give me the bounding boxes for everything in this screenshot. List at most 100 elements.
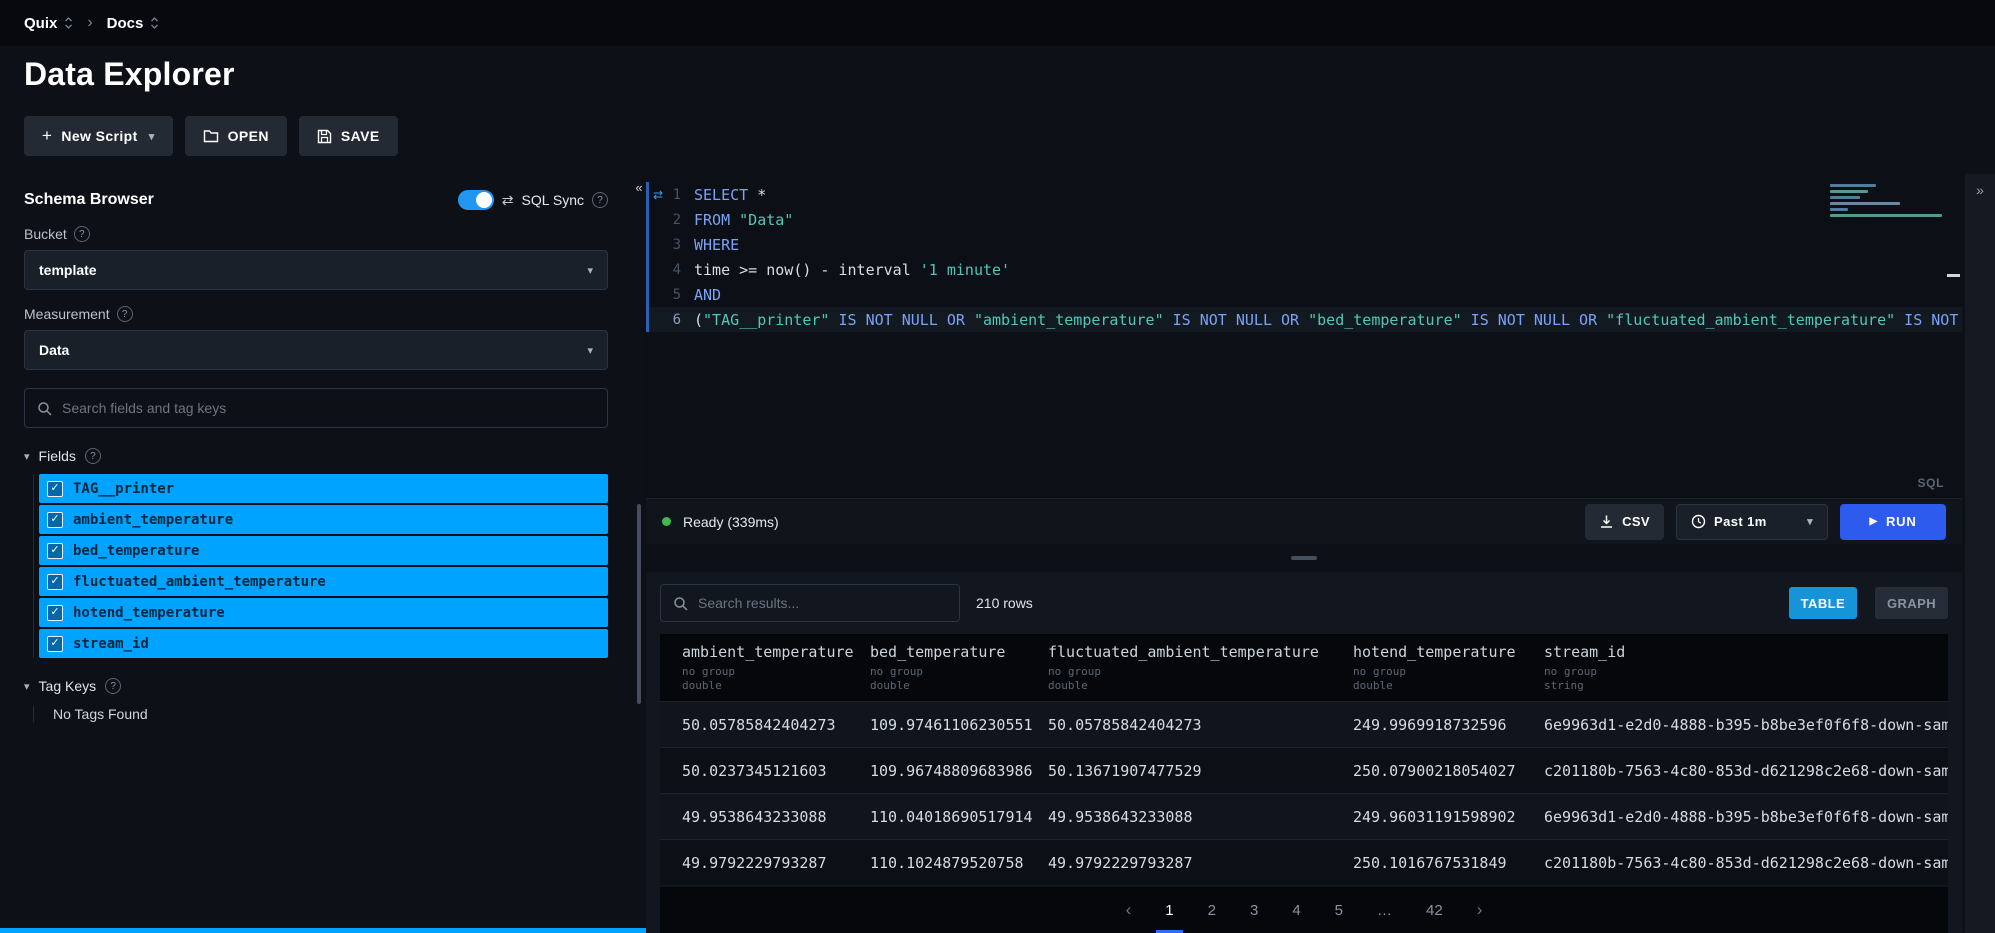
schema-search-input[interactable] — [62, 400, 595, 416]
table-row[interactable]: 49.9538643233088110.0401869051791449.953… — [660, 793, 1948, 839]
script-toolbar: + New Script ▾ OPEN SAVE — [0, 102, 1995, 174]
table-cell: 50.13671907477529 — [1048, 762, 1353, 780]
line-number-gutter: 2 — [646, 212, 694, 228]
sql-sync-label: SQL Sync — [521, 192, 584, 208]
code-line[interactable]: 2FROM "Data" — [646, 207, 1962, 232]
column-group: no group — [682, 665, 860, 679]
csv-download-button[interactable]: CSV — [1585, 504, 1664, 540]
schema-panel-horizontal-scrollbar[interactable] — [0, 928, 646, 933]
field-item[interactable]: ✓fluctuated_ambient_temperature — [39, 567, 608, 596]
resize-grip-icon[interactable] — [1291, 556, 1317, 560]
table-cell: 6e9963d1-e2d0-4888-b395-b8be3ef0f6f8-dow… — [1544, 716, 1948, 734]
checkbox-checked-icon[interactable]: ✓ — [47, 481, 63, 497]
checkbox-checked-icon[interactable]: ✓ — [47, 574, 63, 590]
time-range-select[interactable]: Past 1m ▾ — [1676, 504, 1828, 540]
next-page-button[interactable]: › — [1477, 900, 1483, 920]
table-row[interactable]: 50.05785842404273109.9746110623055150.05… — [660, 701, 1948, 747]
field-item[interactable]: ✓TAG__printer — [39, 474, 608, 503]
field-item[interactable]: ✓hotend_temperature — [39, 598, 608, 627]
results-search-input[interactable] — [698, 595, 947, 611]
column-header[interactable]: ambient_temperatureno groupdouble — [682, 643, 870, 693]
fields-section-header[interactable]: ▾ Fields ? — [24, 448, 608, 464]
column-header[interactable]: fluctuated_ambient_temperatureno groupdo… — [1048, 643, 1353, 693]
panel-resize-divider[interactable]: « — [632, 174, 646, 933]
page-button[interactable]: 42 — [1426, 902, 1443, 919]
table-cell: 110.1024879520758 — [870, 854, 1048, 872]
table-row[interactable]: 49.9792229793287110.102487952075849.9792… — [660, 839, 1948, 885]
page-button[interactable]: 4 — [1292, 902, 1300, 919]
table-cell: 110.04018690517914 — [870, 808, 1048, 826]
code-text: WHERE — [694, 236, 1962, 254]
checkbox-checked-icon[interactable]: ✓ — [47, 636, 63, 652]
sql-sync-toggle[interactable] — [458, 190, 494, 210]
previous-page-button[interactable]: ‹ — [1126, 900, 1132, 920]
table-view-button[interactable]: TABLE — [1789, 587, 1857, 619]
table-cell: c201180b-7563-4c80-853d-d621298c2e68-dow… — [1544, 854, 1948, 872]
field-label: stream_id — [73, 636, 149, 652]
table-cell: 50.05785842404273 — [682, 716, 870, 734]
editor-scrollbar-handle[interactable] — [1947, 274, 1960, 277]
collapse-schema-panel-icon[interactable]: « — [635, 180, 642, 195]
schema-browser-panel: Schema Browser ⇄ SQL Sync ? Bucket ? tem… — [0, 174, 632, 933]
code-text: FROM "Data" — [694, 211, 1962, 229]
save-button[interactable]: SAVE — [299, 116, 398, 156]
checkbox-checked-icon[interactable]: ✓ — [47, 543, 63, 559]
csv-label: CSV — [1622, 514, 1650, 529]
clock-icon — [1691, 514, 1706, 529]
measurement-select[interactable]: Data ▾ — [24, 330, 608, 370]
editor-minimap[interactable] — [1830, 184, 1948, 220]
line-number: 5 — [673, 287, 681, 303]
results-resize-divider[interactable] — [646, 544, 1962, 572]
checkbox-checked-icon[interactable]: ✓ — [47, 512, 63, 528]
field-item[interactable]: ✓bed_temperature — [39, 536, 608, 565]
help-icon[interactable]: ? — [117, 306, 133, 322]
expand-right-panel-icon[interactable]: » — [1976, 182, 1984, 933]
code-line[interactable]: 3 WHERE — [646, 232, 1962, 257]
help-icon[interactable]: ? — [85, 448, 101, 464]
page-button[interactable]: 5 — [1335, 902, 1343, 919]
topbar: Quix › Docs — [0, 0, 1995, 46]
page-button[interactable]: 2 — [1208, 902, 1216, 919]
help-icon[interactable]: ? — [105, 678, 121, 694]
modified-lines-indicator — [646, 182, 649, 332]
line-number-gutter: 3 — [646, 237, 694, 253]
code-line[interactable]: ⇄1SELECT * — [646, 182, 1962, 207]
column-name: ambient_temperature — [682, 643, 860, 661]
sql-sync-line-icon: ⇄ — [653, 188, 663, 202]
breadcrumb-environment[interactable]: Docs — [107, 15, 160, 32]
help-icon[interactable]: ? — [592, 192, 608, 208]
sql-editor[interactable]: ⇄1SELECT *2FROM "Data"3WHERE4time >= now… — [646, 174, 1962, 498]
breadcrumb-label: Quix — [24, 15, 57, 32]
table-body: 50.05785842404273109.9746110623055150.05… — [660, 701, 1948, 887]
table-row[interactable]: 50.0237345121603109.9674880968398650.136… — [660, 747, 1948, 793]
breadcrumb-workspace[interactable]: Quix — [24, 15, 73, 32]
code-line[interactable]: 4time >= now() - interval '1 minute' — [646, 257, 1962, 282]
table-cell: 50.0237345121603 — [682, 762, 870, 780]
sql-sync-icon: ⇄ — [502, 192, 514, 209]
tag-keys-section-header[interactable]: ▾ Tag Keys ? — [24, 678, 608, 694]
run-query-button[interactable]: ▶ RUN — [1840, 504, 1946, 540]
code-line[interactable]: 5AND — [646, 282, 1962, 307]
schema-panel-scrollbar[interactable] — [637, 504, 641, 704]
open-button[interactable]: OPEN — [185, 116, 287, 156]
new-script-button[interactable]: + New Script ▾ — [24, 116, 173, 156]
page-button[interactable]: 3 — [1250, 902, 1258, 919]
column-header[interactable]: hotend_temperatureno groupdouble — [1353, 643, 1544, 693]
line-number: 1 — [673, 187, 681, 203]
checkbox-checked-icon[interactable]: ✓ — [47, 605, 63, 621]
field-item[interactable]: ✓ambient_temperature — [39, 505, 608, 534]
code-text: ("TAG__printer" IS NOT NULL OR "ambient_… — [694, 311, 1962, 329]
bucket-select[interactable]: template ▾ — [24, 250, 608, 290]
bucket-selected-value: template — [39, 262, 97, 278]
field-item[interactable]: ✓ stream_id — [39, 629, 608, 658]
search-icon — [673, 596, 688, 611]
pagination-pages: 12345…42 — [1165, 902, 1442, 919]
line-number: 3 — [673, 237, 681, 253]
column-header[interactable]: bed_temperatureno groupdouble — [870, 643, 1048, 693]
help-icon[interactable]: ? — [74, 226, 90, 242]
page-button[interactable]: 1 — [1165, 902, 1173, 919]
column-header[interactable]: stream_idno groupstring — [1544, 643, 1948, 693]
graph-view-button[interactable]: GRAPH — [1875, 587, 1948, 619]
new-script-label: New Script — [61, 128, 137, 144]
code-line[interactable]: 6("TAG__printer" IS NOT NULL OR "ambient… — [646, 307, 1962, 332]
